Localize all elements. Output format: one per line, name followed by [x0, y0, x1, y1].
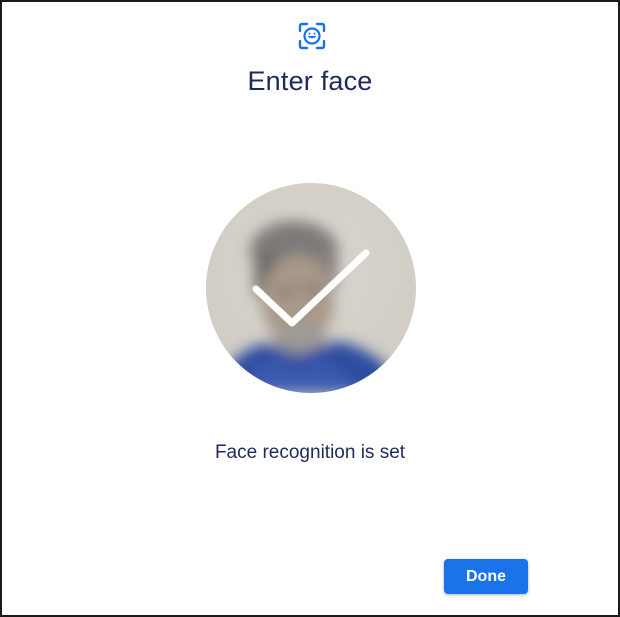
status-message: Face recognition is set	[214, 442, 406, 463]
checkmark-icon	[252, 249, 370, 327]
face-scan-icon	[298, 22, 326, 50]
dialog-title: Enter face	[247, 66, 373, 96]
done-button[interactable]: Done	[444, 559, 528, 594]
face-preview	[206, 183, 416, 393]
face-enrollment-dialog: Enter face Face recognition is set Done	[0, 0, 620, 617]
